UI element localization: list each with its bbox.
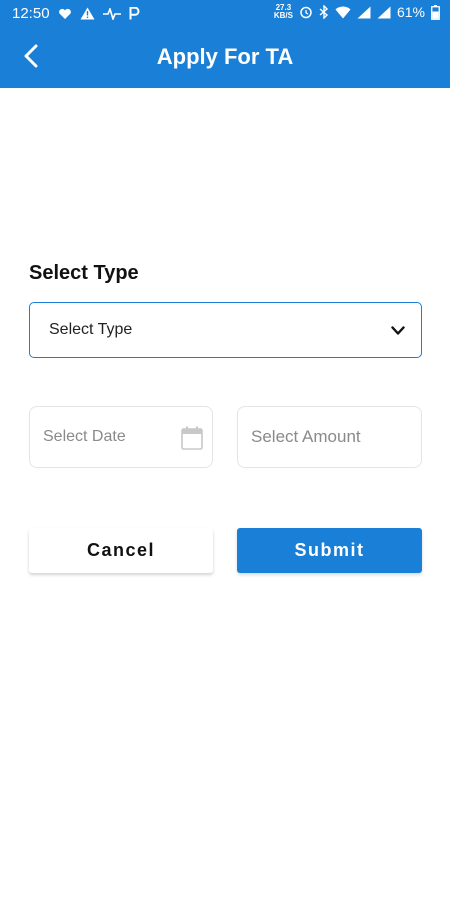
amount-input[interactable] bbox=[251, 427, 421, 447]
pulse-icon bbox=[102, 7, 121, 20]
date-input[interactable] bbox=[43, 428, 173, 446]
wifi-icon bbox=[335, 6, 351, 19]
page-title: Apply For TA bbox=[156, 44, 294, 69]
type-select-value: Select Type bbox=[49, 321, 133, 338]
signal-icon bbox=[357, 6, 371, 19]
chevron-down-icon bbox=[391, 323, 405, 341]
status-bar: 12:50 27.3 KB/S 61% bbox=[0, 0, 450, 28]
battery-icon bbox=[431, 4, 440, 20]
calendar-icon[interactable] bbox=[181, 426, 203, 455]
heart-icon bbox=[58, 8, 72, 20]
cancel-button[interactable]: Cancel bbox=[29, 528, 213, 573]
signal-icon-2 bbox=[377, 6, 391, 19]
type-select[interactable]: Select Type bbox=[29, 302, 422, 358]
paytm-icon bbox=[129, 7, 140, 20]
status-time: 12:50 bbox=[12, 5, 50, 22]
status-right: 27.3 KB/S 61% bbox=[274, 4, 440, 20]
type-label: Select Type bbox=[29, 262, 139, 284]
alarm-icon bbox=[299, 5, 313, 19]
network-speed-unit: KB/S bbox=[273, 11, 293, 20]
network-speed: 27.3 KB/S bbox=[274, 4, 293, 20]
submit-button[interactable]: Submit bbox=[237, 528, 422, 573]
battery-percent: 61% bbox=[396, 4, 425, 20]
bluetooth-icon bbox=[319, 5, 329, 19]
amount-field[interactable] bbox=[237, 406, 422, 468]
warning-icon bbox=[80, 7, 95, 20]
date-field[interactable] bbox=[29, 406, 213, 468]
app-bar: 12:50 27.3 KB/S 61% Apply For TA bbox=[0, 0, 450, 88]
status-left: 12:50 bbox=[12, 5, 140, 22]
